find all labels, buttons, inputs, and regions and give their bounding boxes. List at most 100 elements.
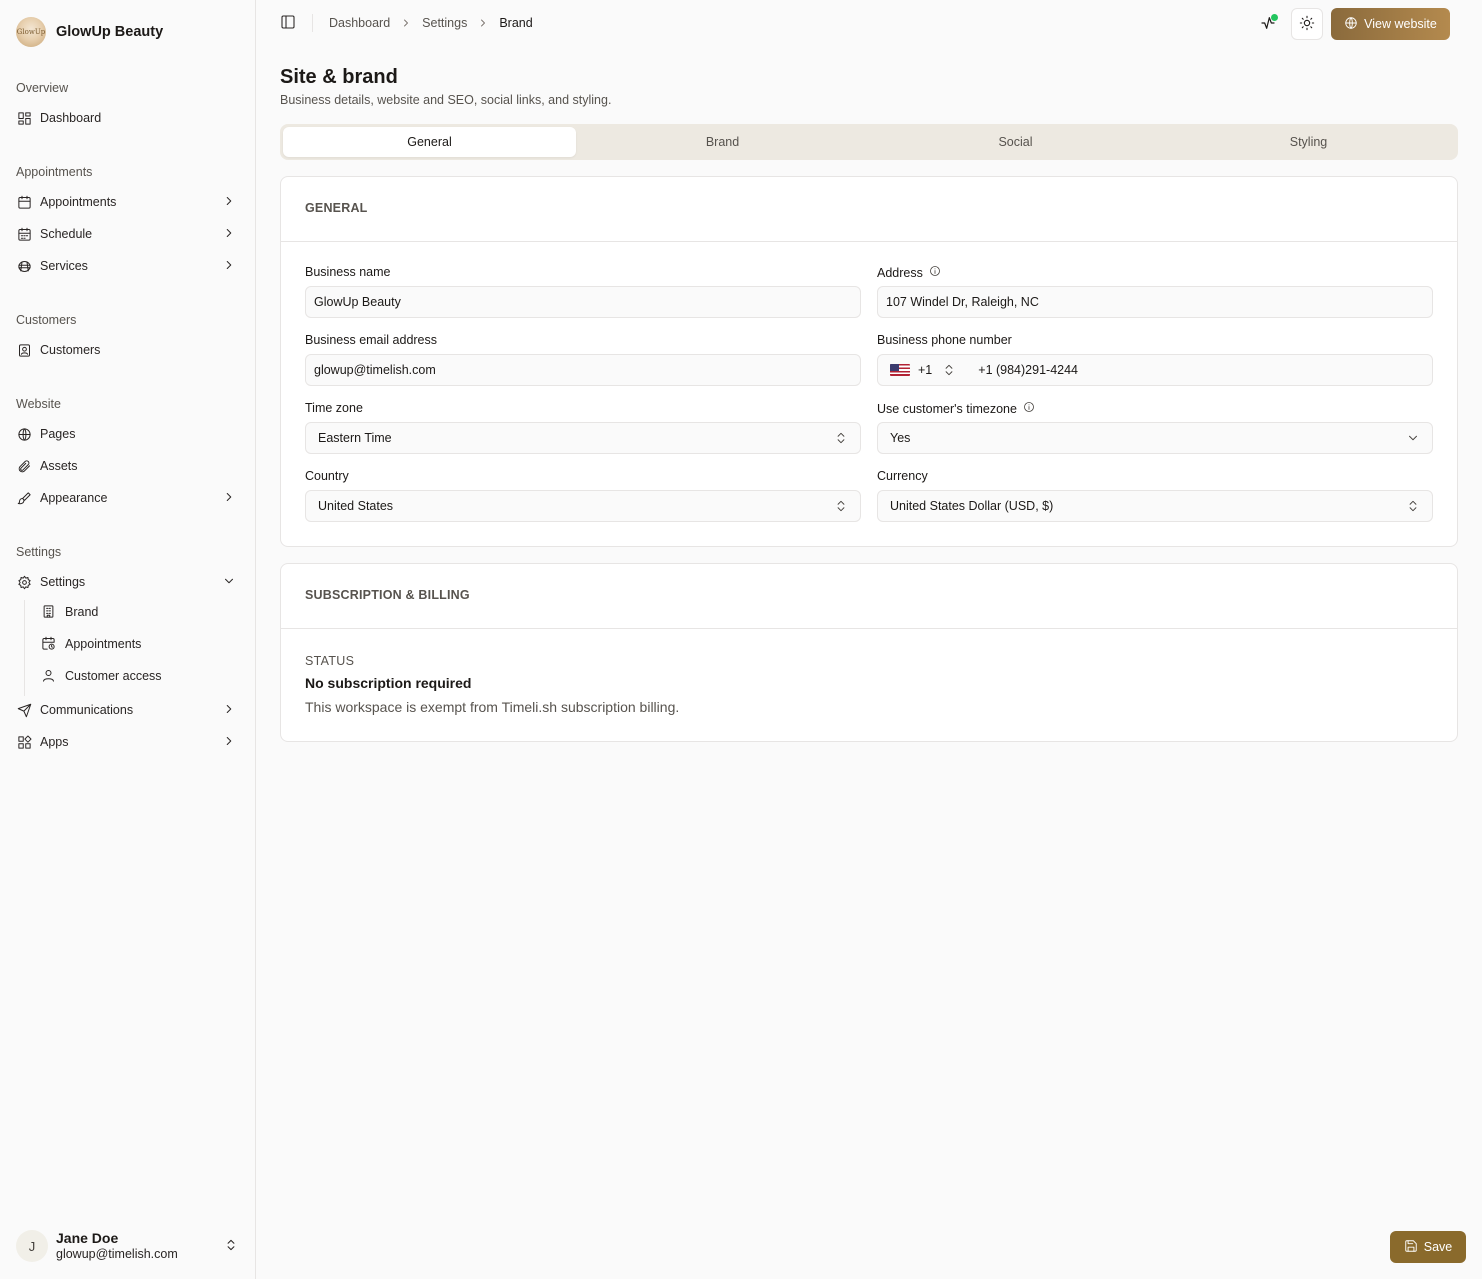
chevron-right-icon xyxy=(222,702,238,718)
address-label: Address xyxy=(877,265,941,280)
save-label: Save xyxy=(1423,1240,1453,1254)
avatar: J xyxy=(16,1230,48,1262)
section-title: SUBSCRIPTION & BILLING xyxy=(305,588,470,602)
status-label: STATUS xyxy=(305,654,355,668)
chevron-down-icon xyxy=(222,574,238,590)
select-value: Eastern Time xyxy=(318,431,392,445)
gear-icon xyxy=(16,574,32,590)
label-text: Country xyxy=(305,469,349,483)
use-customer-timezone-select[interactable]: Yes xyxy=(877,422,1433,454)
sidebar-subitem-brand[interactable]: Brand xyxy=(33,598,233,626)
billing-card: SUBSCRIPTION & BILLING STATUS No subscri… xyxy=(280,563,1458,742)
chevron-right-icon xyxy=(222,490,238,506)
tab-brand[interactable]: Brand xyxy=(576,127,869,157)
sidebar-item-label: Apps xyxy=(40,735,69,749)
sidebar-item-appointments[interactable]: Appointments xyxy=(8,188,248,216)
chevrons-up-down-icon xyxy=(834,499,848,516)
section-title: GENERAL xyxy=(305,201,368,215)
chevron-right-icon xyxy=(222,258,238,274)
theme-toggle-button[interactable] xyxy=(1291,8,1323,40)
breadcrumb-settings[interactable]: Settings xyxy=(422,16,467,30)
chevrons-up-down-icon xyxy=(834,431,848,448)
sidebar-item-label: Assets xyxy=(40,459,78,473)
business-name-label: Business name xyxy=(305,265,390,279)
send-icon xyxy=(16,702,32,718)
tab-styling[interactable]: Styling xyxy=(1162,127,1455,157)
chevron-right-icon xyxy=(477,17,489,29)
brand-switcher[interactable]: GlowUp GlowUp Beauty xyxy=(16,17,163,47)
address-field[interactable]: 107 Windel Dr, Raleigh, NC xyxy=(877,286,1433,318)
apps-icon xyxy=(16,734,32,750)
globe-icon xyxy=(1344,16,1358,33)
country-code[interactable]: +1 xyxy=(918,363,932,377)
sidebar-item-label: Customers xyxy=(40,343,101,357)
sidebar-item-assets[interactable]: Assets xyxy=(8,452,248,480)
sidebar-subitem-appointments[interactable]: Appointments xyxy=(33,630,233,658)
select-value: United States Dollar (USD, $) xyxy=(890,499,1054,513)
sidebar-item-appearance[interactable]: Appearance xyxy=(8,484,248,512)
sidebar-item-settings[interactable]: Settings xyxy=(8,568,248,596)
chevron-right-icon xyxy=(222,226,238,242)
phone-label: Business phone number xyxy=(877,333,1012,347)
tab-social[interactable]: Social xyxy=(869,127,1162,157)
sidebar-item-apps[interactable]: Apps xyxy=(8,728,248,756)
sidebar-item-label: Appearance xyxy=(40,491,108,505)
tab-general[interactable]: General xyxy=(283,127,576,157)
chevrons-up-down-icon xyxy=(224,1238,238,1255)
status-description: This workspace is exempt from Timeli.sh … xyxy=(305,699,680,715)
info-icon[interactable] xyxy=(929,265,941,280)
timezone-select[interactable]: Eastern Time xyxy=(305,422,861,454)
label-text: Business phone number xyxy=(877,333,1012,347)
use-customer-timezone-label: Use customer's timezone xyxy=(877,401,1035,416)
sidebar-item-schedule[interactable]: Schedule xyxy=(8,220,248,248)
sidebar-item-label: Appointments xyxy=(40,195,117,209)
contact-card-icon xyxy=(16,342,32,358)
info-icon[interactable] xyxy=(1023,401,1035,416)
country-select[interactable]: United States xyxy=(305,490,861,522)
sidebar-item-customers[interactable]: Customers xyxy=(8,336,248,364)
sidebar-item-dashboard[interactable]: Dashboard xyxy=(8,104,248,132)
sidebar-subitem-label: Appointments xyxy=(65,637,142,651)
tab-list: General Brand Social Styling xyxy=(280,124,1458,160)
email-label: Business email address xyxy=(305,333,437,347)
chevron-right-icon xyxy=(400,17,412,29)
chevrons-up-down-icon[interactable] xyxy=(942,363,956,377)
view-website-button[interactable]: View website xyxy=(1331,8,1450,40)
breadcrumb-dashboard[interactable]: Dashboard xyxy=(329,16,390,30)
chevron-right-icon xyxy=(222,194,238,210)
sidebar-item-pages[interactable]: Pages xyxy=(8,420,248,448)
sidebar-item-label: Pages xyxy=(40,427,76,441)
save-button[interactable]: Save xyxy=(1390,1231,1466,1263)
activity-button[interactable] xyxy=(1256,12,1280,36)
phone-number-input[interactable]: +1 (984)291-4244 xyxy=(978,363,1078,377)
label-text: Currency xyxy=(877,469,928,483)
us-flag-icon[interactable] xyxy=(890,364,910,376)
label-text: Address xyxy=(877,265,923,280)
sidebar-subitem-customer-access[interactable]: Customer access xyxy=(33,662,233,690)
currency-select[interactable]: United States Dollar (USD, $) xyxy=(877,490,1433,522)
chevrons-up-down-icon xyxy=(1406,499,1420,516)
sidebar-item-label: Communications xyxy=(40,703,134,717)
sidebar-toggle-button[interactable] xyxy=(280,14,300,34)
globe-icon xyxy=(16,426,32,442)
breadcrumb: Dashboard Settings Brand xyxy=(329,16,533,30)
general-card: GENERAL Business name GlowUp Beauty Addr… xyxy=(280,176,1458,547)
sidebar-item-services[interactable]: Services xyxy=(8,252,248,280)
save-icon xyxy=(1404,1239,1418,1256)
panel-left-icon xyxy=(280,15,296,33)
calendar-icon xyxy=(16,194,32,210)
page-title: Site & brand xyxy=(280,66,398,88)
paperclip-icon xyxy=(16,458,32,474)
schedule-icon xyxy=(16,226,32,242)
email-field[interactable]: glowup@timelish.com xyxy=(305,354,861,386)
business-name-field[interactable]: GlowUp Beauty xyxy=(305,286,861,318)
breadcrumb-current: Brand xyxy=(499,16,533,30)
sidebar-item-communications[interactable]: Communications xyxy=(8,696,248,724)
sidebar-item-label: Dashboard xyxy=(40,111,102,125)
user-menu[interactable]: J Jane Doe glowup@timelish.com xyxy=(16,1229,244,1263)
timezone-label: Time zone xyxy=(305,401,363,415)
sidebar-item-label: Schedule xyxy=(40,227,93,241)
phone-field: +1 +1 (984)291-4244 xyxy=(877,354,1433,386)
select-value: Yes xyxy=(890,431,911,445)
user-name: Jane Doe xyxy=(56,1230,119,1246)
